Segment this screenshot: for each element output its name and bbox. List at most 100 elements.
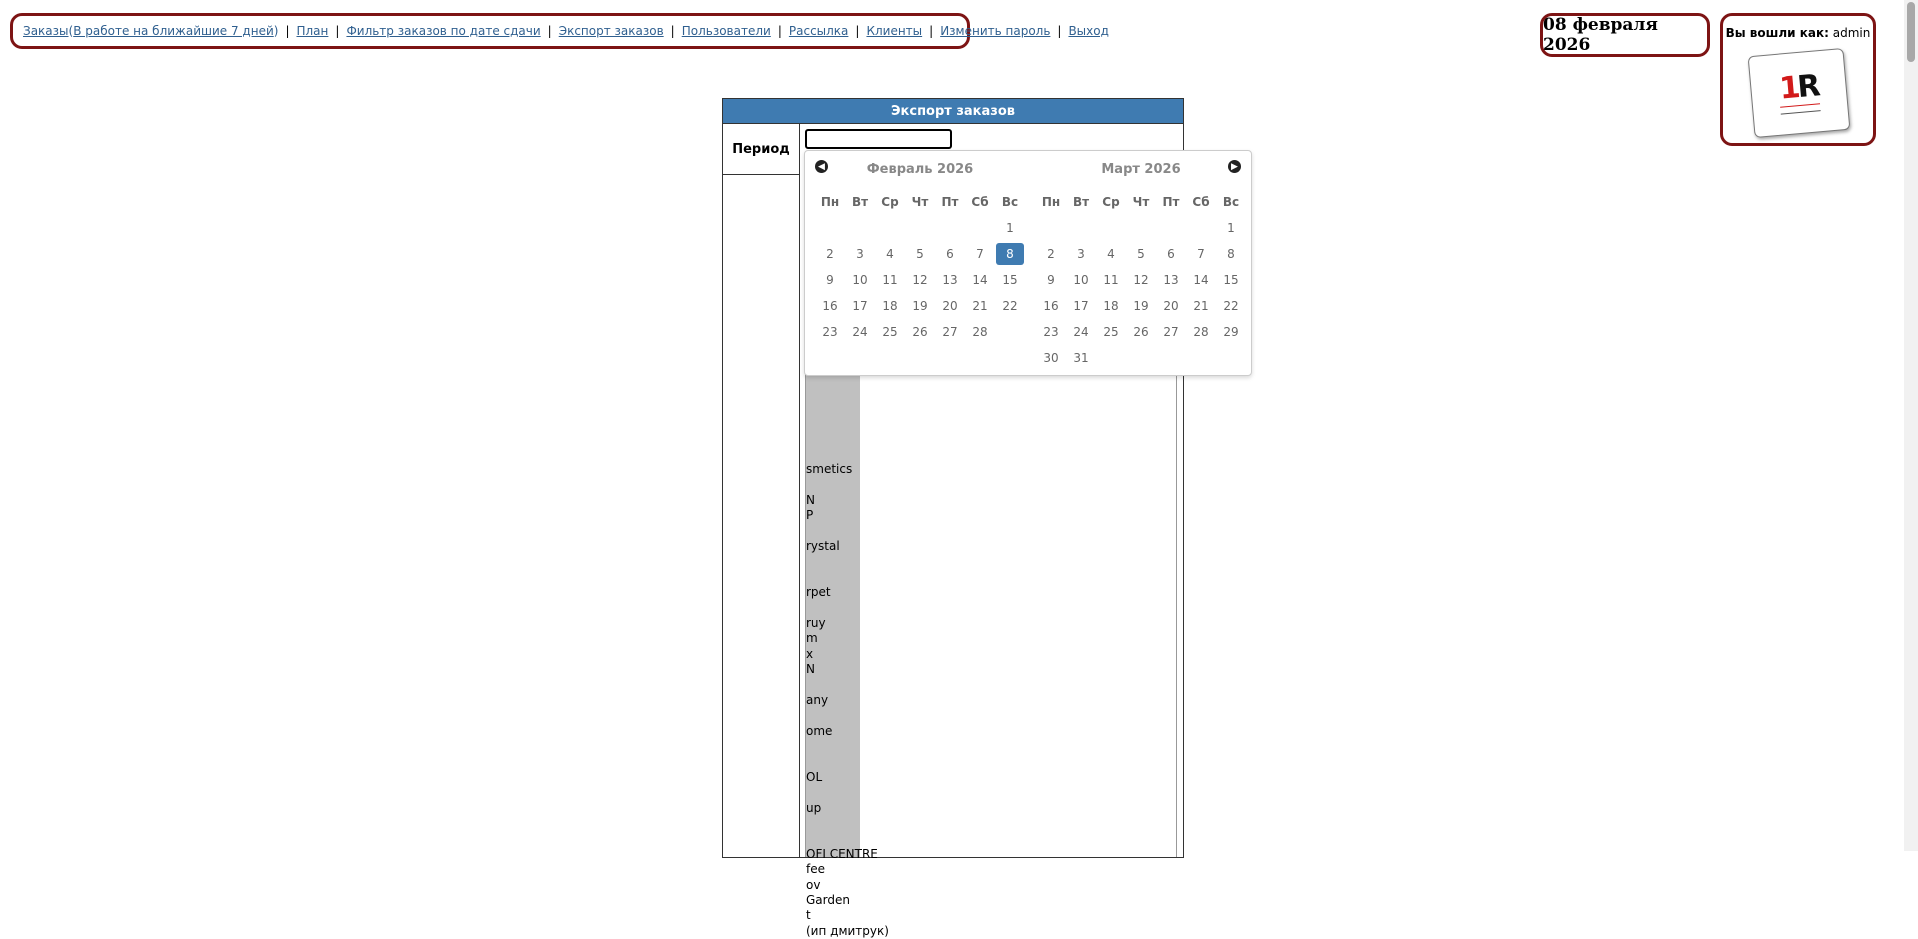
nav-orders-link[interactable]: Заказы [23,24,69,38]
list-item[interactable]: ov [806,878,889,893]
nav-filter-link[interactable]: Фильтр заказов по дате сдачи [346,24,540,38]
calendar-day[interactable]: 5 [905,247,935,261]
nav-change-password-link[interactable]: Изменить пароль [940,24,1050,38]
calendar-day[interactable]: 3 [845,247,875,261]
calendar-day[interactable]: 20 [935,299,965,313]
calendar-day[interactable]: 16 [815,299,845,313]
list-item[interactable] [806,754,889,769]
calendar-day[interactable]: 10 [1066,273,1096,287]
list-item[interactable]: ruy [806,616,889,631]
calendar-day[interactable]: 23 [815,325,845,339]
calendar-day[interactable]: 24 [1066,325,1096,339]
list-item[interactable] [806,831,889,846]
calendar-day[interactable]: 25 [875,325,905,339]
calendar-day[interactable]: 27 [1156,325,1186,339]
list-item[interactable]: Garden [806,893,889,908]
calendar-day[interactable]: 2 [1036,247,1066,261]
list-item[interactable]: any [806,693,889,708]
list-item[interactable]: up [806,801,889,816]
calendar-day[interactable]: 18 [1096,299,1126,313]
calendar-day[interactable]: 4 [1096,247,1126,261]
nav-export-link[interactable]: Экспорт заказов [559,24,664,38]
list-item[interactable] [806,554,889,569]
calendar-day[interactable]: 19 [905,299,935,313]
calendar-day[interactable]: 6 [935,247,965,261]
calendar-day[interactable]: 16 [1036,299,1066,313]
calendar-day[interactable]: 11 [875,273,905,287]
nav-mailing-link[interactable]: Рассылка [789,24,849,38]
list-item[interactable]: t [806,908,889,923]
calendar-day[interactable]: 5 [1126,247,1156,261]
calendar-day[interactable]: 2 [815,247,845,261]
calendar-day[interactable]: 14 [1186,273,1216,287]
calendar-day[interactable]: 9 [815,273,845,287]
list-item[interactable] [806,708,889,723]
client-list-box[interactable]: smetics N Prystal rpet ruy m x Nany ome OL up OFI C… [805,354,1177,938]
nav-plan-link[interactable]: План [296,24,328,38]
list-item[interactable]: P [806,508,889,523]
list-item[interactable] [806,785,889,800]
calendar-day[interactable]: 17 [1066,299,1096,313]
calendar-day[interactable]: 1 [1216,221,1246,235]
list-item[interactable]: x [806,647,889,662]
calendar-day[interactable]: 10 [845,273,875,287]
calendar-day[interactable]: 12 [905,273,935,287]
list-item[interactable] [806,816,889,831]
list-item[interactable]: m [806,631,889,646]
calendar-day[interactable]: 17 [845,299,875,313]
calendar-day[interactable]: 31 [1066,351,1096,365]
page-scrollbar[interactable] [1904,0,1918,851]
calendar-day[interactable]: 12 [1126,273,1156,287]
calendar-day[interactable]: 15 [995,273,1025,287]
list-item[interactable]: N [806,493,889,508]
calendar-day[interactable]: 21 [965,299,995,313]
list-item[interactable] [806,570,889,585]
calendar-day[interactable]: 6 [1156,247,1186,261]
list-item[interactable] [806,524,889,539]
page-scrollbar-thumb[interactable] [1907,2,1915,62]
calendar-day[interactable]: 7 [965,247,995,261]
list-item[interactable] [806,739,889,754]
calendar-day[interactable]: 7 [1186,247,1216,261]
calendar-day[interactable]: 28 [1186,325,1216,339]
calendar-day[interactable]: 1 [995,221,1025,235]
calendar-day[interactable]: 29 [1216,325,1246,339]
nav-logout-link[interactable]: Выход [1068,24,1108,38]
calendar-day[interactable]: 27 [935,325,965,339]
nav-clients-link[interactable]: Клиенты [866,24,922,38]
calendar-day[interactable]: 22 [1216,299,1246,313]
calendar-day[interactable]: 25 [1096,325,1126,339]
calendar-day[interactable]: 21 [1186,299,1216,313]
calendar-day[interactable]: 11 [1096,273,1126,287]
calendar-day[interactable]: 13 [935,273,965,287]
calendar-day[interactable]: 24 [845,325,875,339]
calendar-day[interactable]: 13 [1156,273,1186,287]
nav-users-link[interactable]: Пользователи [682,24,771,38]
calendar-day[interactable]: 30 [1036,351,1066,365]
calendar-day[interactable]: 23 [1036,325,1066,339]
list-item[interactable]: OFI CENTRE [806,847,889,862]
list-item[interactable]: N [806,662,889,677]
calendar-day[interactable]: 15 [1216,273,1246,287]
selected-day[interactable]: 8 [996,243,1024,265]
calendar-day[interactable]: 22 [995,299,1025,313]
list-item[interactable] [806,677,889,692]
list-item[interactable]: (ип дмитрук) [806,924,889,939]
list-item[interactable] [806,601,889,616]
calendar-day[interactable]: 26 [1126,325,1156,339]
nav-orders-week-link[interactable]: В работе на ближайшие 7 дней [73,24,274,38]
calendar-day[interactable]: 20 [1156,299,1186,313]
calendar-day[interactable]: 8 [1216,247,1246,261]
period-input[interactable] [805,129,952,149]
list-item[interactable]: ome [806,724,889,739]
calendar-day[interactable]: 26 [905,325,935,339]
calendar-day[interactable]: 4 [875,247,905,261]
list-item[interactable]: rystal [806,539,889,554]
calendar-day[interactable]: 3 [1066,247,1096,261]
list-item[interactable]: fee [806,862,889,877]
calendar-day[interactable]: 14 [965,273,995,287]
calendar-day[interactable]: 18 [875,299,905,313]
list-item[interactable]: OL [806,770,889,785]
list-item[interactable]: smetics [806,462,889,477]
list-item[interactable]: rpet [806,585,889,600]
